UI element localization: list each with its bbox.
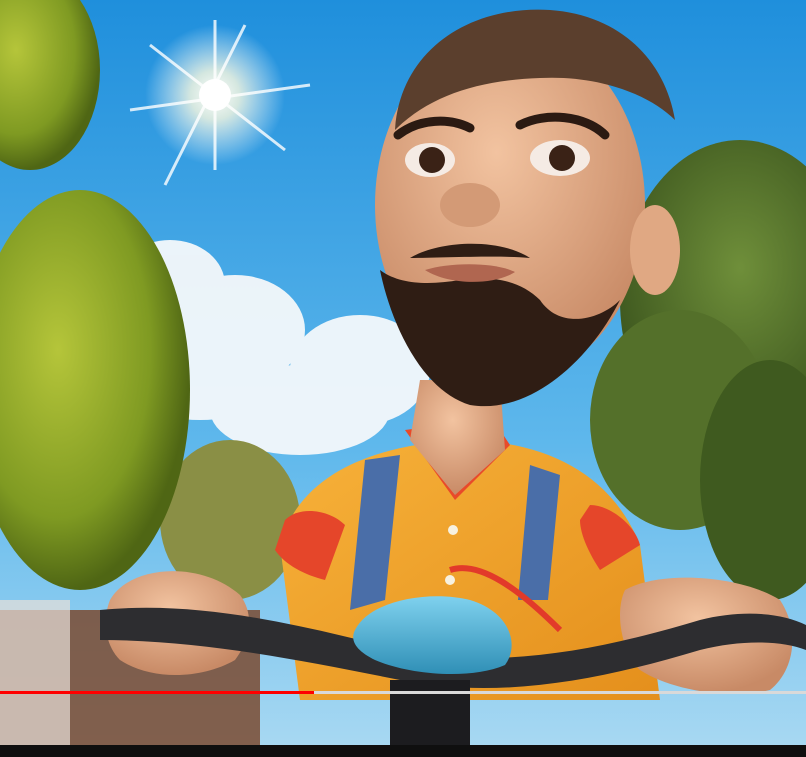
video-frame[interactable]: [0, 0, 806, 745]
progress-bar[interactable]: [0, 691, 806, 694]
video-player[interactable]: [0, 0, 806, 757]
progress-fill: [0, 691, 315, 694]
player-controls-bar: [0, 745, 806, 757]
